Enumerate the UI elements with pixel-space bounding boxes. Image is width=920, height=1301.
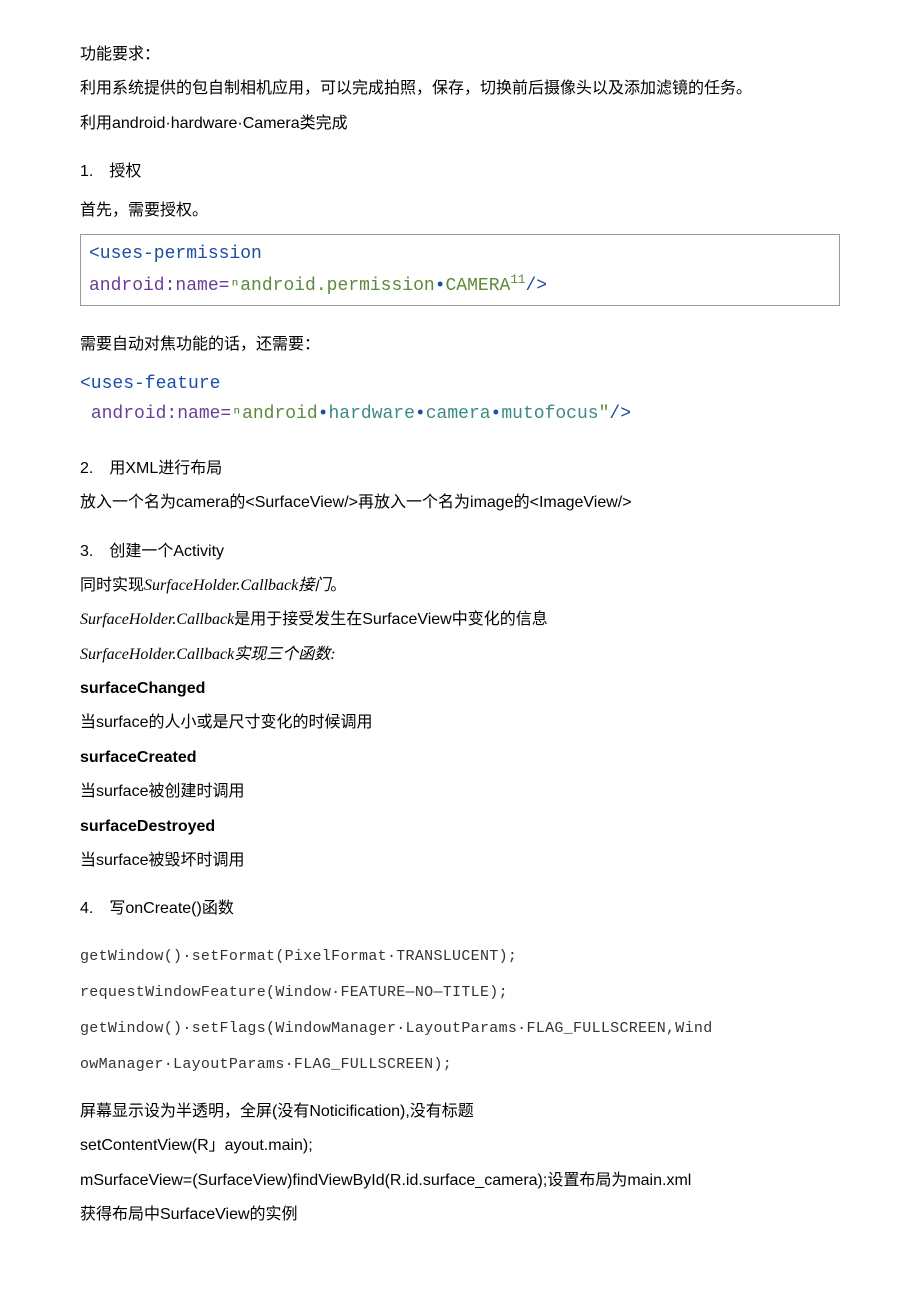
fn-surface-created: surfaceCreated bbox=[80, 743, 840, 773]
section-4-desc1: 屏幕显示设为半透明，全屏(没有Noticification),没有标题 bbox=[80, 1097, 840, 1127]
code-line: requestWindowFeature(Window·FEATURE—NO—T… bbox=[80, 975, 840, 1011]
intro-text: Camera类完成 bbox=[243, 115, 348, 132]
section-3-line3: SurfaceHolder.Callback实现三个函数: bbox=[80, 640, 840, 670]
code-line: owManager·LayoutParams·FLAG_FULLSCREEN); bbox=[80, 1047, 840, 1083]
text: 是用于接受发生在SurfaceView中变化的信息 bbox=[234, 611, 548, 628]
section-4-desc4: 获得布局中SurfaceView的实例 bbox=[80, 1200, 840, 1230]
fn-surface-destroyed-desc: 当surface被毁坏时调用 bbox=[80, 846, 840, 876]
text: 。 bbox=[330, 577, 346, 594]
xml-tag-close: /> bbox=[525, 276, 547, 296]
dot-icon: • bbox=[435, 276, 446, 296]
fn-surface-destroyed: surfaceDestroyed bbox=[80, 812, 840, 842]
xml-quote: ⁿ bbox=[231, 404, 242, 424]
xml-value: mutofocus bbox=[501, 404, 598, 424]
xml-attr: android:name= bbox=[89, 276, 229, 296]
section-3-line2: SurfaceHolder.Callback是用于接受发生在SurfaceVie… bbox=[80, 605, 840, 635]
italic-text: SurfaceHolder.Callback bbox=[80, 611, 234, 628]
text: 同时实现 bbox=[80, 577, 144, 594]
dot-icon: • bbox=[318, 404, 329, 424]
italic-text: SurfaceHolder.Callback实现三个函数: bbox=[80, 646, 336, 663]
xml-quote: ⁿ bbox=[229, 276, 240, 296]
xml-value: CAMERA bbox=[446, 276, 511, 296]
section-4-heading: 4. 写onCreate()函数 bbox=[80, 894, 840, 924]
fn-surface-created-desc: 当surface被创建时调用 bbox=[80, 777, 840, 807]
italic-text: SurfaceHolder.Callback接门 bbox=[144, 577, 330, 594]
section-2-heading: 2. 用XML进行布局 bbox=[80, 454, 840, 484]
section-1-after: 需要自动对焦功能的话，还需要： bbox=[80, 330, 840, 360]
intro-text: hardware bbox=[171, 115, 238, 132]
section-4-desc2: setContentView(R」ayout.main); bbox=[80, 1131, 840, 1161]
xml-tag: <uses-permission bbox=[89, 244, 262, 264]
section-1-desc: 首先，需要授权。 bbox=[80, 196, 840, 226]
xml-value: hardware bbox=[329, 404, 415, 424]
xml-sup: 11 bbox=[510, 273, 525, 287]
code-block-permission: <uses-permission android:name=ⁿandroid.p… bbox=[80, 234, 840, 306]
xml-attr: android:name= bbox=[91, 404, 231, 424]
section-3-line1: 同时实现SurfaceHolder.Callback接门。 bbox=[80, 571, 840, 601]
code-line: getWindow()·setFormat(PixelFormat·TRANSL… bbox=[80, 939, 840, 975]
section-3-heading: 3. 创建一个Activity bbox=[80, 537, 840, 567]
xml-tag: <uses-feature bbox=[80, 374, 220, 394]
intro-text: 利用android bbox=[80, 115, 165, 132]
xml-value: android bbox=[242, 404, 318, 424]
xml-value: camera bbox=[426, 404, 491, 424]
intro-title: 功能要求： bbox=[80, 40, 840, 70]
section-1-heading: 1. 授权 bbox=[80, 157, 840, 187]
dot-icon: • bbox=[491, 404, 502, 424]
fn-surface-changed: surfaceChanged bbox=[80, 674, 840, 704]
xml-tag-close: /> bbox=[609, 404, 631, 424]
code-block-feature: <uses-feature android:name=ⁿandroid•hard… bbox=[80, 369, 840, 430]
intro-line2: 利用android·hardware·Camera类完成 bbox=[80, 109, 840, 139]
xml-value: android.permission bbox=[240, 276, 434, 296]
section-4-desc3: mSurfaceView=(SurfaceView)findViewById(R… bbox=[80, 1166, 840, 1196]
code-oncreate: getWindow()·setFormat(PixelFormat·TRANSL… bbox=[80, 939, 840, 1083]
intro-line1: 利用系统提供的包自制相机应用，可以完成拍照，保存，切换前后摄像头以及添加滤镜的任… bbox=[80, 74, 840, 104]
fn-surface-changed-desc: 当surface的人小或是尺寸变化的时候调用 bbox=[80, 708, 840, 738]
dot-icon: • bbox=[415, 404, 426, 424]
code-line: getWindow()·setFlags(WindowManager·Layou… bbox=[80, 1011, 840, 1047]
xml-quote: ″ bbox=[599, 404, 610, 424]
section-2-desc: 放入一个名为camera的<SurfaceView/>再放入一个名为image的… bbox=[80, 488, 840, 518]
